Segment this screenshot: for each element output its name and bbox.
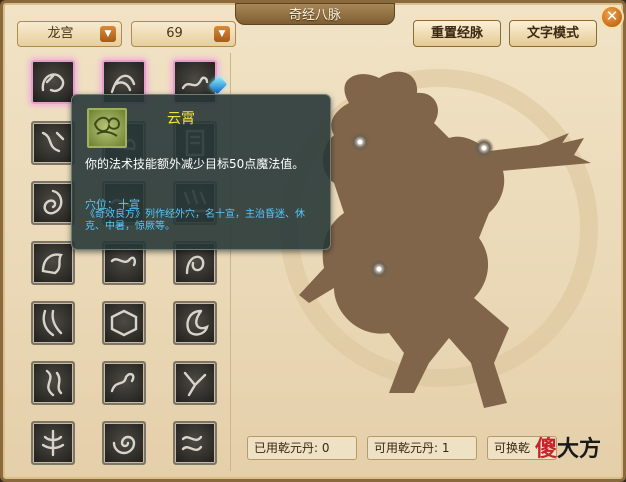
acupoint-node[interactable] — [473, 137, 495, 159]
level-select[interactable]: 69 ▼ — [131, 21, 236, 47]
meridian-window: 奇经八脉 ✕ 龙宫 ▼ 69 ▼ 重置经脉 文字模式 已用乾元丹: 0 可用乾元… — [0, 0, 626, 482]
skill-slot[interactable] — [31, 301, 75, 345]
tooltip-skill-name: 云霄 — [167, 111, 195, 127]
dragon-coil-icon — [110, 372, 135, 393]
title-bar: 奇经八脉 — [235, 3, 395, 25]
school-select[interactable]: 龙宫 ▼ — [17, 21, 122, 47]
skill-slot[interactable] — [31, 60, 75, 104]
skill-slot[interactable] — [31, 181, 75, 225]
storm-icon — [41, 131, 65, 153]
yunxiao-skill-icon — [87, 108, 127, 148]
acupoint-node[interactable] — [368, 258, 390, 280]
dragon-icon — [41, 73, 65, 93]
skill-slot[interactable] — [102, 361, 146, 405]
close-icon: ✕ — [605, 7, 619, 25]
skill-tooltip: 云霄 你的法术技能额外减少目标50点魔法值。 穴位：十宣 《奇效良方》列作经外穴… — [71, 94, 331, 250]
tooltip-detail: 《奇效良方》列作经外穴，名十宣，主治昏迷、休克、中暑，惊厥等。 — [85, 209, 305, 232]
skill-slot[interactable] — [31, 421, 75, 465]
chevron-down-icon: ▼ — [214, 26, 230, 42]
acupoint-node[interactable] — [349, 131, 371, 153]
tide-icon — [181, 435, 203, 452]
used-qianyuan-stat: 已用乾元丹: 0 — [247, 436, 357, 460]
chevron-down-icon: ▼ — [100, 26, 116, 42]
skill-slot[interactable] — [173, 361, 217, 405]
tablet-icon — [110, 309, 138, 337]
beast-icon — [41, 253, 63, 275]
crack-icon — [183, 371, 207, 397]
watermark-text: 大方 — [557, 437, 602, 462]
watermark-char: 傻 — [535, 437, 558, 462]
claw-icon — [42, 309, 63, 337]
flame-icon — [45, 369, 63, 397]
available-qianyuan-stat: 可用乾元丹: 1 — [367, 436, 477, 460]
skill-slot[interactable] — [31, 121, 75, 165]
skill-slot[interactable] — [102, 421, 146, 465]
close-button[interactable]: ✕ — [600, 5, 624, 29]
whirlpool-icon — [43, 189, 63, 215]
watermark: 傻大方 — [535, 431, 601, 463]
spiral-icon — [112, 435, 136, 455]
tooltip-description: 你的法术技能额外减少目标50点魔法值。 — [85, 157, 305, 171]
reset-meridian-button[interactable]: 重置经脉 — [413, 20, 501, 47]
skill-slot[interactable] — [102, 301, 146, 345]
skill-slot[interactable] — [31, 361, 75, 405]
moon-icon — [186, 309, 209, 336]
tree-icon — [41, 429, 65, 457]
skill-slot[interactable] — [31, 241, 75, 285]
skill-slot[interactable] — [173, 301, 217, 345]
text-mode-button[interactable]: 文字模式 — [509, 20, 597, 47]
skill-slot[interactable] — [173, 421, 217, 465]
window-title: 奇经八脉 — [288, 8, 341, 23]
